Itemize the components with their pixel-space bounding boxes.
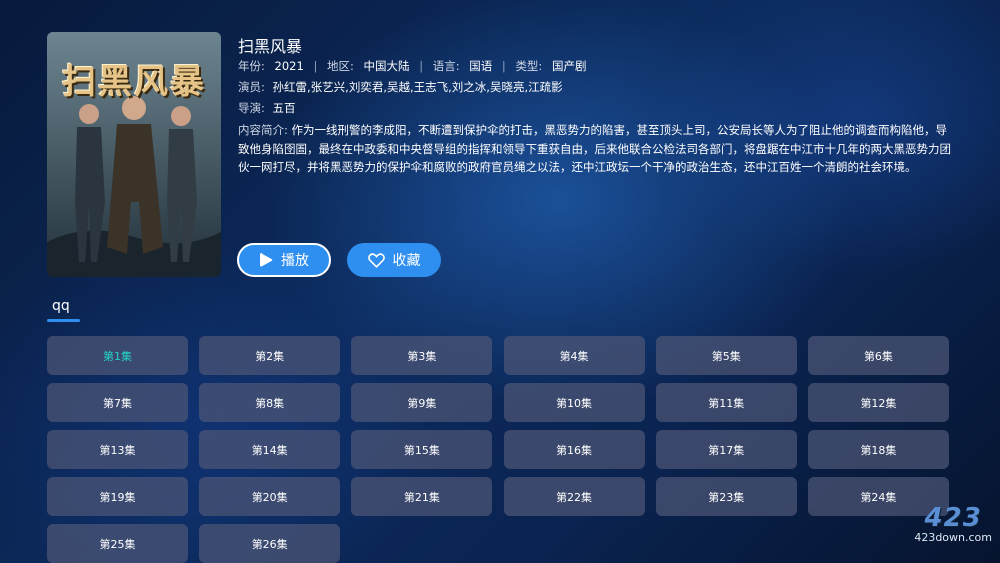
episode-button[interactable]: 第7集 xyxy=(47,383,188,422)
favorite-button[interactable]: 收藏 xyxy=(347,243,441,277)
year-label: 年份: xyxy=(238,59,265,73)
episode-button[interactable]: 第4集 xyxy=(503,336,645,375)
synopsis: 内容简介: 作为一线刑警的李成阳，不断遭到保护伞的打击，黑恶势力的陷害，甚至顶头… xyxy=(238,121,958,177)
episode-button[interactable]: 第12集 xyxy=(807,383,949,422)
episode-button[interactable]: 第19集 xyxy=(47,477,188,516)
episode-button[interactable]: 第14集 xyxy=(199,430,341,469)
language-value: 国语 xyxy=(469,59,493,73)
source-tab-indicator xyxy=(47,319,80,322)
episode-button[interactable]: 第2集 xyxy=(199,336,341,375)
episode-button[interactable]: 第5集 xyxy=(655,336,797,375)
episode-button[interactable]: 第13集 xyxy=(47,430,188,469)
episode-button[interactable]: 第10集 xyxy=(503,383,645,422)
cast-value: 孙红雷,张艺兴,刘奕君,吴越,王志飞,刘之冰,吴晓亮,江疏影 xyxy=(272,80,563,94)
episode-button[interactable]: 第20集 xyxy=(199,477,341,516)
separator: | xyxy=(419,59,424,73)
poster-title-art: 扫黑风暴 xyxy=(62,62,206,102)
watermark-site: 423down.com xyxy=(914,531,992,544)
favorite-label: 收藏 xyxy=(392,253,421,269)
director-row: 导演: 五百 xyxy=(238,100,296,116)
episode-button[interactable]: 第25集 xyxy=(47,524,188,563)
episode-button[interactable]: 第9集 xyxy=(351,383,493,422)
source-tab-qq[interactable]: qq xyxy=(52,298,70,314)
synopsis-label: 内容简介: xyxy=(238,123,288,137)
director-value: 五百 xyxy=(272,101,296,115)
play-button[interactable]: 播放 xyxy=(237,243,331,277)
show-title: 扫黑风暴 xyxy=(238,37,303,56)
type-value: 国产剧 xyxy=(551,59,587,73)
heart-icon xyxy=(367,252,385,268)
episode-button[interactable]: 第16集 xyxy=(503,430,645,469)
episode-button[interactable]: 第23集 xyxy=(655,477,797,516)
play-icon xyxy=(260,253,273,267)
region-value: 中国大陆 xyxy=(363,59,410,73)
play-label: 播放 xyxy=(281,253,309,269)
episode-button[interactable]: 第22集 xyxy=(503,477,645,516)
episode-button[interactable]: 第21集 xyxy=(351,477,493,516)
episode-button[interactable]: 第6集 xyxy=(807,336,949,375)
cast-row: 演员: 孙红雷,张艺兴,刘奕君,吴越,王志飞,刘之冰,吴晓亮,江疏影 xyxy=(238,79,563,95)
episode-button[interactable]: 第11集 xyxy=(655,383,797,422)
poster-image: 扫黑风暴 xyxy=(47,32,221,277)
meta-info-row: 年份: 2021 | 地区: 中国大陆 | 语言: 国语 | 类型: 国产剧 xyxy=(238,58,586,74)
watermark: 423 423down.com xyxy=(914,505,992,544)
year-value: 2021 xyxy=(274,59,304,73)
watermark-logo: 423 xyxy=(924,503,982,533)
episode-grid: 第1集 第2集 第3集 第4集 第5集 第6集 第7集 第8集 第9集 第10集 第11集 第12集第… xyxy=(47,336,949,563)
episode-button[interactable]: 第17集 xyxy=(655,430,797,469)
episode-button[interactable]: 第26集 xyxy=(199,524,341,563)
separator: | xyxy=(501,59,506,73)
synopsis-text: 作为一线刑警的李成阳，不断遭到保护伞的打击，黑恶势力的陷害，甚至顶头上司，公安局… xyxy=(238,123,951,174)
director-label: 导演: xyxy=(238,101,265,115)
cast-label: 演员: xyxy=(238,80,265,94)
episode-button[interactable]: 第18集 xyxy=(807,430,949,469)
episode-button[interactable]: 第3集 xyxy=(351,336,493,375)
episode-button[interactable]: 第1集 xyxy=(47,336,188,375)
episode-button[interactable]: 第15集 xyxy=(351,430,493,469)
region-label: 地区: xyxy=(327,59,354,73)
type-label: 类型: xyxy=(515,59,543,73)
episode-button[interactable]: 第8集 xyxy=(199,383,341,422)
separator: | xyxy=(313,59,318,73)
language-label: 语言: xyxy=(432,59,460,73)
